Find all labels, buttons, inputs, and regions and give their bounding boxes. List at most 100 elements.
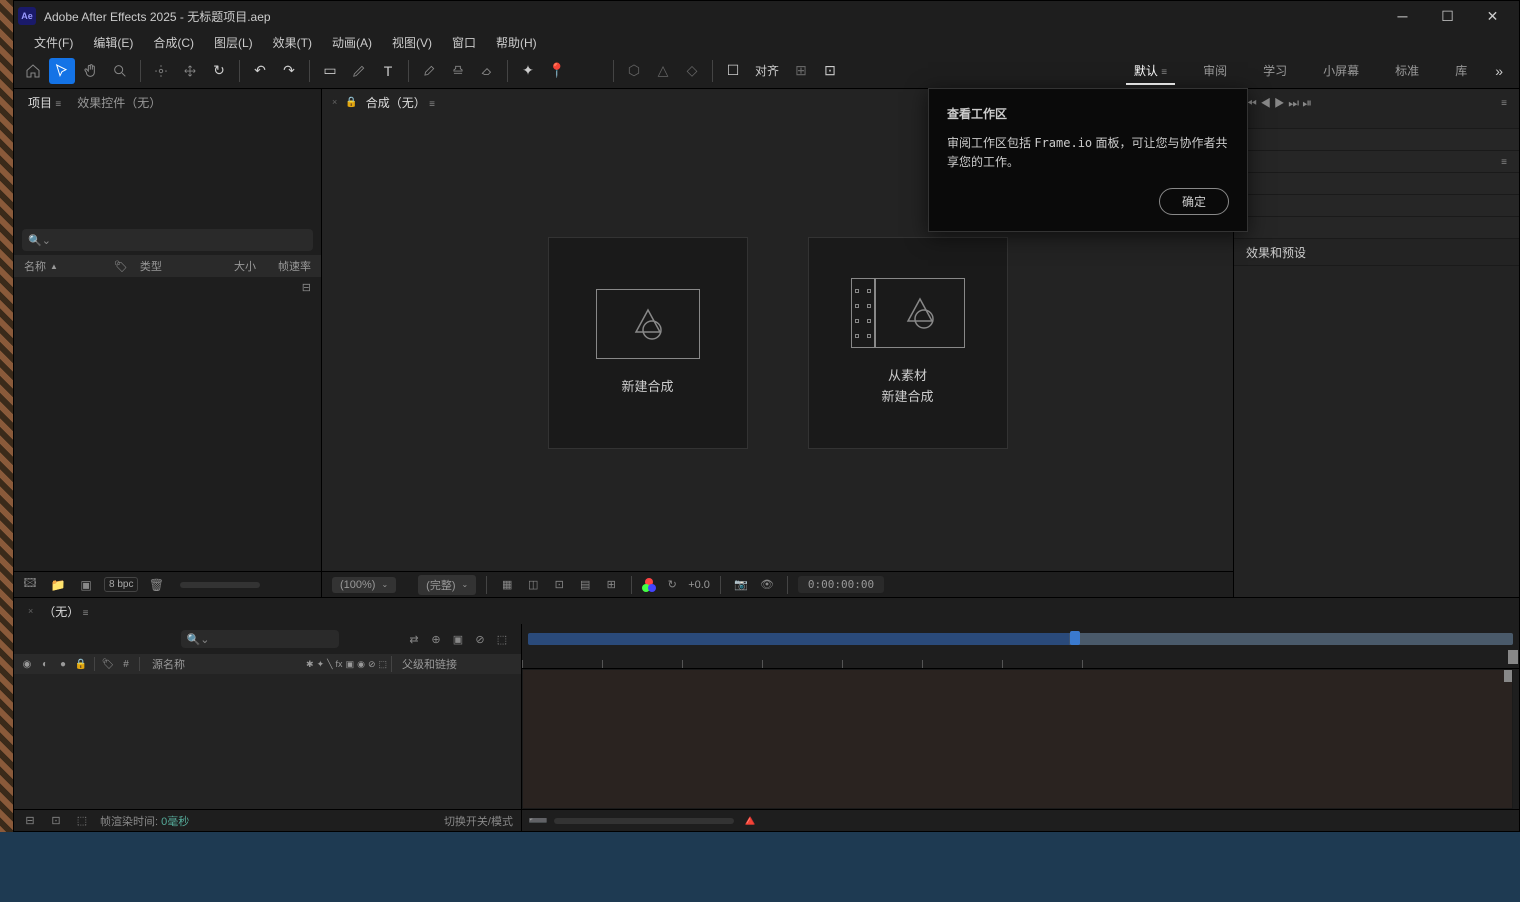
guides-icon[interactable]: ⊞ — [601, 575, 621, 595]
zoom-out-icon[interactable]: ➖ — [530, 813, 546, 829]
tl-footer-btn-3[interactable]: ⬚ — [74, 813, 90, 829]
exposure-value[interactable]: +0.0 — [688, 579, 710, 591]
snap-options[interactable]: ⊞ — [788, 58, 814, 84]
text-tool[interactable]: T — [375, 58, 401, 84]
brush-tool[interactable] — [416, 58, 442, 84]
mask-icon[interactable]: ◫ — [523, 575, 543, 595]
solo-icon[interactable]: ● — [56, 659, 70, 670]
navigator-handle[interactable] — [1070, 631, 1080, 645]
home-button[interactable] — [20, 58, 46, 84]
menu-composition[interactable]: 合成(C) — [143, 32, 204, 53]
undo-button[interactable]: ↶ — [247, 58, 273, 84]
composition-tab[interactable]: 合成（无） ≡ — [366, 94, 435, 111]
workspace-small-screen[interactable]: 小屏幕 — [1315, 54, 1367, 87]
menu-animation[interactable]: 动画(A) — [322, 32, 382, 53]
menu-file[interactable]: 文件(F) — [24, 32, 83, 53]
project-search[interactable]: 🔍⌄ — [22, 229, 313, 251]
project-items-area[interactable] — [14, 298, 321, 571]
tl-toggle-1[interactable]: ⇄ — [405, 631, 423, 647]
work-area-end-icon[interactable] — [1508, 650, 1518, 664]
roto-brush-tool[interactable]: ✦ — [515, 58, 541, 84]
lock-icon[interactable]: 🔒 — [345, 97, 357, 108]
new-folder-icon[interactable]: 📁 — [48, 575, 68, 595]
rotation-tool[interactable]: ↻ — [206, 58, 232, 84]
tl-footer-btn-1[interactable]: ⊟ — [22, 813, 38, 829]
effect-controls-tab[interactable]: 效果控件（无） — [77, 94, 161, 111]
timeline-ruler[interactable] — [522, 645, 1519, 669]
resolution-dropdown[interactable]: (完整) ⌄ — [418, 575, 476, 595]
menu-window[interactable]: 窗口 — [442, 32, 486, 53]
workspace-learn[interactable]: 学习 — [1255, 54, 1295, 87]
close-tab-icon[interactable]: × — [332, 97, 337, 107]
parent-link-col[interactable]: 父级和链接 — [391, 656, 515, 672]
workspace-default[interactable]: 默认 ≡ — [1126, 54, 1175, 87]
snapshot-icon[interactable]: 📷 — [731, 575, 751, 595]
eye-icon[interactable]: ◉ — [20, 659, 34, 670]
new-comp-from-footage-card[interactable]: 从素材新建合成 — [808, 237, 1008, 449]
tl-toggle-4[interactable]: ⊘ — [471, 631, 489, 647]
col-type[interactable]: 类型 — [140, 258, 162, 274]
timeline-close-icon[interactable]: × — [28, 606, 33, 616]
source-name-col[interactable]: 源名称 — [152, 656, 185, 672]
tl-toggle-5[interactable]: ⬚ — [493, 631, 511, 647]
close-button[interactable]: ✕ — [1470, 1, 1515, 31]
new-composition-card[interactable]: 新建合成 — [548, 237, 748, 449]
timeline-search[interactable]: 🔍⌄ — [181, 630, 339, 648]
orbit-tool[interactable] — [148, 58, 174, 84]
3d-tool-3[interactable]: ◇ — [679, 58, 705, 84]
channel-icon[interactable] — [642, 578, 656, 592]
new-comp-icon[interactable]: ▣ — [76, 575, 96, 595]
index-icon[interactable]: # — [119, 659, 133, 670]
current-time[interactable]: 0:00:00:00 — [798, 576, 884, 593]
tl-toggle-2[interactable]: ⊕ — [427, 631, 445, 647]
snap-more[interactable]: ⊡ — [817, 58, 843, 84]
label-icon[interactable]: 🏷 — [101, 659, 115, 670]
rectangle-tool[interactable]: ▭ — [317, 58, 343, 84]
tl-footer-btn-2[interactable]: ⊡ — [48, 813, 64, 829]
menu-edit[interactable]: 编辑(E) — [83, 32, 143, 53]
workspace-library[interactable]: 库 — [1447, 54, 1475, 87]
pen-tool[interactable] — [346, 58, 372, 84]
snap-checkbox[interactable]: ☐ — [720, 58, 746, 84]
interpret-footage-icon[interactable]: 🖾 — [20, 575, 40, 595]
trash-icon[interactable]: 🗑 — [146, 575, 166, 595]
effects-presets-tab[interactable]: 效果和预设 — [1234, 239, 1519, 265]
timeline-track-area[interactable] — [522, 669, 1513, 809]
panel-menu-icon[interactable]: ≡ — [1501, 157, 1507, 168]
bpc-button[interactable]: 8 bpc — [104, 577, 138, 592]
hand-tool[interactable] — [78, 58, 104, 84]
zoom-tool[interactable] — [107, 58, 133, 84]
audio-icon[interactable]: ◐ — [38, 659, 52, 670]
region-icon[interactable]: ⊡ — [549, 575, 569, 595]
timeline-layers-area[interactable] — [14, 674, 521, 809]
redo-button[interactable]: ↷ — [276, 58, 302, 84]
menu-layer[interactable]: 图层(L) — [204, 32, 263, 53]
col-fps[interactable]: 帧速率 — [278, 258, 311, 274]
tooltip-ok-button[interactable]: 确定 — [1159, 188, 1229, 215]
toggle-switches-button[interactable]: 切换开关/模式 — [444, 813, 513, 829]
3d-tool-1[interactable]: ⬡ — [621, 58, 647, 84]
lock-col-icon[interactable]: 🔒 — [74, 659, 88, 670]
grid-icon[interactable]: ▤ — [575, 575, 595, 595]
timeline-navigator[interactable] — [528, 633, 1513, 645]
maximize-button[interactable]: ☐ — [1425, 1, 1470, 31]
3d-tool-2[interactable]: △ — [650, 58, 676, 84]
workspace-more-button[interactable]: » — [1495, 63, 1503, 79]
panel-menu-icon[interactable]: ≡ — [1501, 98, 1507, 109]
pan-behind-tool[interactable] — [177, 58, 203, 84]
transparency-grid-icon[interactable]: ▦ — [497, 575, 517, 595]
project-tab[interactable]: 项目 ≡ — [28, 94, 61, 111]
timeline-tab[interactable]: （无） ≡ — [43, 603, 88, 620]
workspace-standard[interactable]: 标准 — [1387, 54, 1427, 87]
reset-exposure-icon[interactable]: ↻ — [662, 575, 682, 595]
menu-effect[interactable]: 效果(T) — [263, 32, 322, 53]
show-snapshot-icon[interactable]: 👁 — [757, 575, 777, 595]
workspace-review[interactable]: 审阅 — [1195, 54, 1235, 87]
project-slider[interactable] — [180, 582, 260, 588]
menu-view[interactable]: 视图(V) — [382, 32, 442, 53]
eraser-tool[interactable] — [474, 58, 500, 84]
zoom-in-icon[interactable]: 🔺 — [742, 813, 758, 829]
puppet-pin-tool[interactable]: 📍 — [544, 58, 570, 84]
menu-help[interactable]: 帮助(H) — [486, 32, 547, 53]
zoom-dropdown[interactable]: (100%) ⌄ — [332, 577, 396, 593]
